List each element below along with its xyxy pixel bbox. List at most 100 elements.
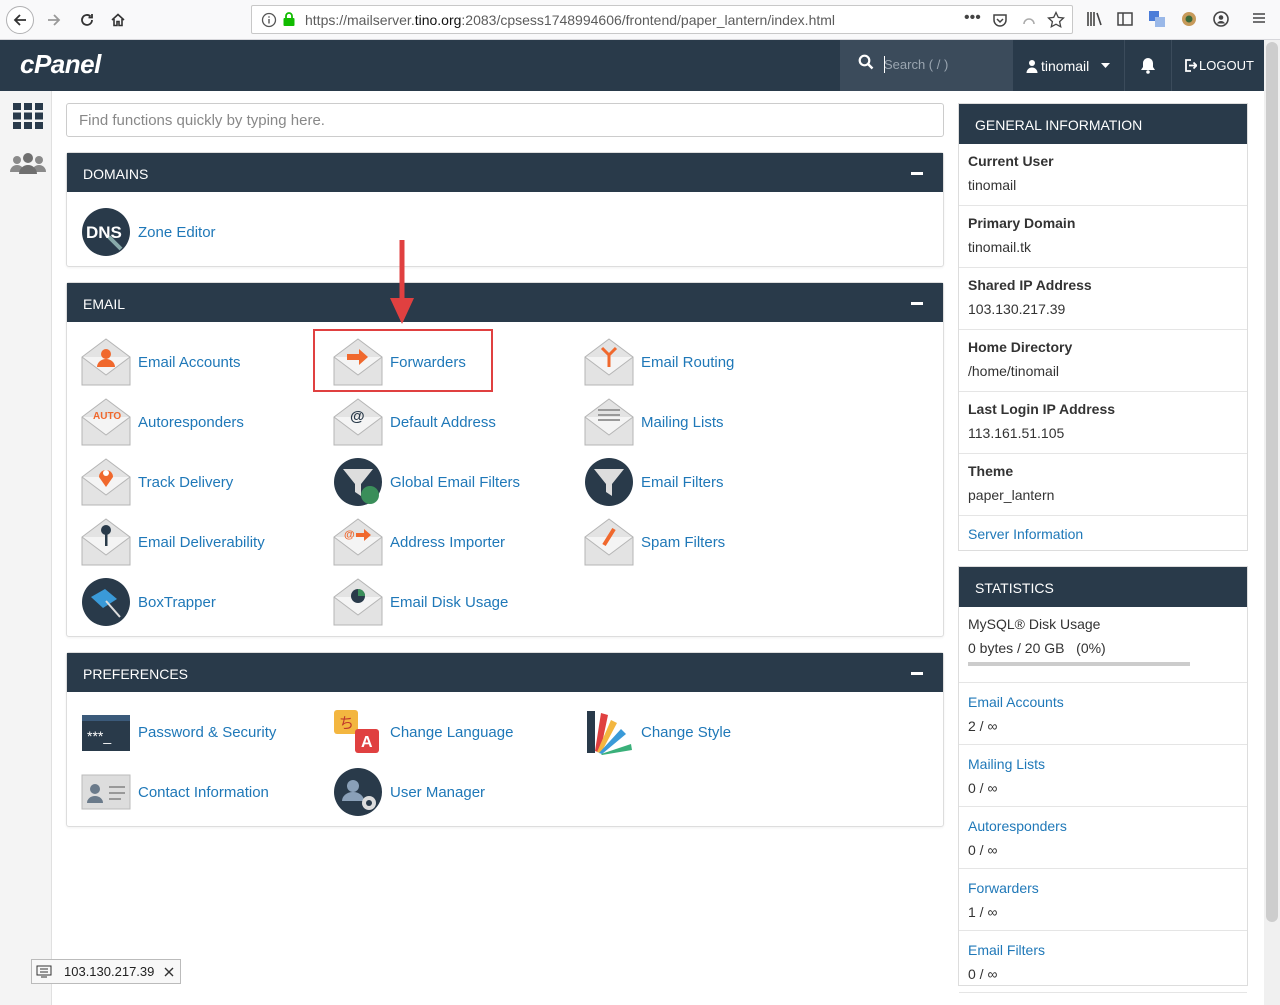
- stat-value: 0 / ∞: [968, 842, 998, 858]
- domains-panel-header[interactable]: DOMAINS: [67, 153, 943, 192]
- info-row: Shared IP Address 103.130.217.39: [959, 268, 1247, 330]
- general-information-panel: GENERAL INFORMATION Current User tinomail…: [958, 103, 1248, 551]
- collapse-icon[interactable]: [911, 302, 923, 305]
- user-manager-icon: [334, 768, 382, 816]
- info-row: Primary Domain tinomail.tk: [959, 206, 1247, 268]
- close-icon[interactable]: [164, 967, 174, 977]
- back-button[interactable]: [6, 6, 34, 34]
- sidebar-icon[interactable]: [1116, 10, 1134, 28]
- stat-link[interactable]: Autoresponders: [968, 818, 1238, 834]
- home-icon: [111, 13, 125, 27]
- contact-information-link[interactable]: Contact Information: [81, 767, 269, 817]
- library-icon[interactable]: [1086, 10, 1104, 28]
- filter-icon: [585, 458, 633, 506]
- email-panel-header[interactable]: EMAIL: [67, 283, 943, 322]
- header-search[interactable]: Search ( / ): [840, 40, 1013, 91]
- caret-down-icon: [1101, 62, 1111, 68]
- reader-icon[interactable]: [1022, 13, 1036, 27]
- svg-text:AUTO: AUTO: [93, 411, 121, 422]
- bell-icon: [1141, 58, 1155, 74]
- scrollbar-thumb[interactable]: [1266, 42, 1278, 922]
- change-language-link[interactable]: ちA Change Language: [333, 707, 513, 757]
- info-label: Last Login IP Address: [968, 401, 1116, 417]
- star-icon[interactable]: [1047, 11, 1065, 29]
- track-delivery-icon: [81, 458, 131, 506]
- cpanel-logo[interactable]: cPanel: [20, 49, 101, 80]
- stat-value: 0 / ∞: [968, 966, 998, 982]
- email-disk-usage-link[interactable]: Email Disk Usage: [333, 577, 508, 627]
- mysql-usage-progress: [968, 662, 1190, 666]
- user-menu[interactable]: tinomail: [1014, 40, 1124, 91]
- reload-icon: [81, 14, 93, 26]
- info-value: tinomail: [968, 177, 1017, 193]
- stat-link[interactable]: Email Accounts: [968, 694, 1238, 710]
- info-row: Home Directory/home/tinomail: [959, 330, 1247, 392]
- find-functions-input[interactable]: Find functions quickly by typing here.: [66, 103, 944, 137]
- zone-editor-link[interactable]: DNS Zone Editor: [81, 207, 216, 257]
- translate-icon[interactable]: [1148, 10, 1166, 28]
- autoresponders-link[interactable]: AUTO Autoresponders: [81, 397, 244, 447]
- info-row: Theme paper_lantern: [959, 454, 1247, 516]
- header-search-input[interactable]: Search ( / ): [884, 57, 948, 72]
- arrow-right-icon: [48, 14, 61, 26]
- text-cursor: [884, 56, 885, 73]
- info-value: 113.161.51.105: [968, 425, 1065, 441]
- stat-link[interactable]: Forwarders: [968, 880, 1238, 896]
- stat-value: 2 / ∞: [968, 718, 998, 734]
- server-information-link[interactable]: Server Information: [968, 526, 1083, 542]
- stat-link[interactable]: Email Filters: [968, 942, 1238, 958]
- users-group-icon[interactable]: [10, 152, 46, 174]
- lock-icon: [283, 12, 295, 26]
- user-manager-link[interactable]: User Manager: [333, 767, 485, 817]
- language-icon: ちA: [334, 710, 379, 753]
- email-accounts-link[interactable]: Email Accounts: [81, 337, 241, 387]
- forward-button[interactable]: [40, 6, 68, 34]
- email-filters-link[interactable]: Email Filters: [584, 457, 724, 507]
- notifications-button[interactable]: [1124, 40, 1172, 91]
- collapse-icon[interactable]: [911, 172, 923, 175]
- mailing-lists-icon: [584, 398, 634, 446]
- info-icon[interactable]: [261, 12, 277, 28]
- stat-value: 0 / ∞: [968, 780, 998, 796]
- preferences-panel-header[interactable]: PREFERENCES: [67, 653, 943, 692]
- home-button[interactable]: [104, 6, 132, 34]
- info-label: Primary Domain: [968, 215, 1076, 231]
- stat-row: Autoresponders 0 / ∞: [959, 807, 1247, 869]
- boxtrapper-link[interactable]: BoxTrapper: [81, 577, 216, 627]
- info-row: Last Login IP Address 113.161.51.105: [959, 392, 1247, 454]
- change-style-link[interactable]: Change Style: [584, 707, 731, 757]
- svg-text:@: @: [344, 529, 355, 541]
- stat-link[interactable]: Mailing Lists: [968, 756, 1238, 772]
- address-importer-link[interactable]: @ Address Importer: [333, 517, 505, 567]
- email-accounts-icon: [81, 338, 131, 386]
- domains-panel: DOMAINS DNS Zone Editor: [66, 152, 944, 267]
- more-actions-icon[interactable]: •••: [964, 9, 981, 27]
- track-delivery-link[interactable]: Track Delivery: [81, 457, 233, 507]
- logout-button[interactable]: LOGOUT: [1184, 40, 1254, 91]
- email-deliverability-link[interactable]: Email Deliverability: [81, 517, 265, 567]
- menu-icon[interactable]: [1251, 10, 1267, 26]
- svg-text:***_: ***_: [87, 728, 111, 744]
- url-bar[interactable]: https://mailserver.tino.org:2083/cpsess1…: [251, 5, 1073, 34]
- account-icon[interactable]: [1212, 10, 1230, 28]
- reload-button[interactable]: [73, 6, 101, 34]
- password-icon: ***_: [82, 715, 130, 751]
- statistics-header: STATISTICS: [959, 567, 1247, 607]
- grid-apps-icon[interactable]: [13, 103, 43, 129]
- global-email-filters-link[interactable]: Global Email Filters: [333, 457, 520, 507]
- extension-icon[interactable]: [1180, 10, 1198, 28]
- autoresponders-icon: AUTO: [81, 398, 131, 446]
- stat-row: Forwarders 1 / ∞: [959, 869, 1247, 931]
- mysql-usage-label: MySQL® Disk Usage: [968, 616, 1101, 632]
- browser-toolbar: https://mailserver.tino.org:2083/cpsess1…: [0, 0, 1280, 40]
- pocket-icon[interactable]: [992, 12, 1008, 28]
- email-routing-link[interactable]: Email Routing: [584, 337, 734, 387]
- stat-row: Mailing Lists 0 / ∞: [959, 745, 1247, 807]
- spam-filters-link[interactable]: Spam Filters: [584, 517, 725, 567]
- default-address-link[interactable]: @ Default Address: [333, 397, 496, 447]
- info-value: tinomail.tk: [968, 239, 1032, 255]
- info-value: /home/tinomail: [968, 363, 1060, 379]
- password-security-link[interactable]: ***_ Password & Security: [81, 707, 276, 757]
- mailing-lists-link[interactable]: Mailing Lists: [584, 397, 724, 447]
- collapse-icon[interactable]: [911, 672, 923, 675]
